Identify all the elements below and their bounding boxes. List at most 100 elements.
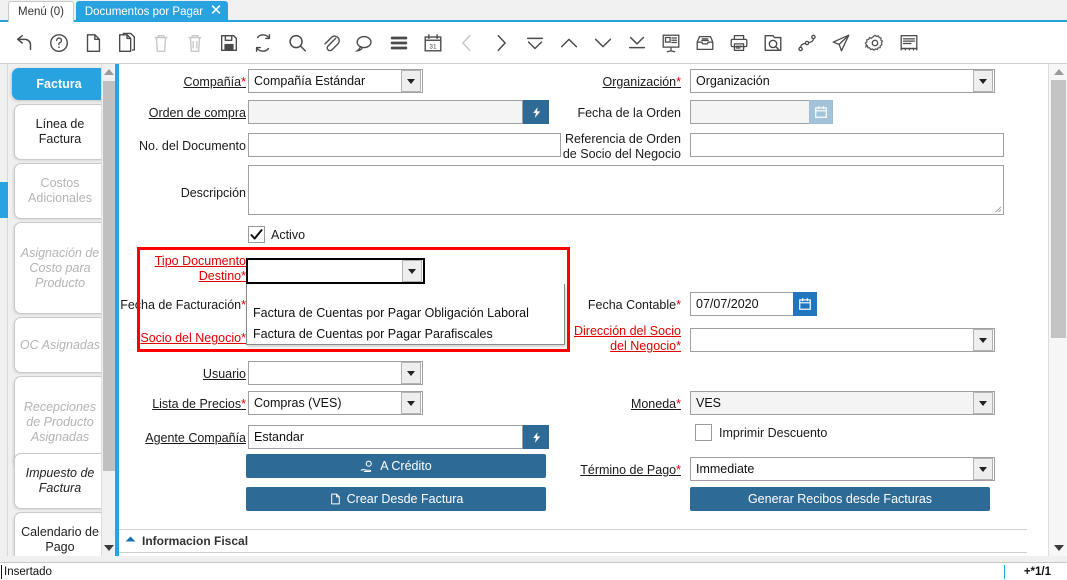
sidebar-scroll-down-icon[interactable] (102, 540, 116, 556)
activo-checkbox[interactable] (248, 226, 265, 243)
agente-compania-field[interactable]: Estandar (248, 425, 523, 449)
sidebar-scrollbar-thumb[interactable] (103, 81, 115, 471)
termino-de-pago-value: Immediate (696, 462, 755, 476)
section-informacion-fiscal[interactable]: Informacion Fiscal (119, 529, 1027, 553)
calendar-icon[interactable]: 31 (416, 26, 450, 60)
sidebar-item-asignacion-de-costo-para-producto[interactable]: Asignación de Costo para Producto (14, 222, 101, 314)
usuario-label: Usuario (202, 367, 246, 381)
tab-documentos-por-pagar-label: Documentos por Pagar (84, 5, 204, 18)
chevron-down-icon[interactable] (402, 260, 422, 282)
dropdown-option-0[interactable]: Factura de Cuentas por Pagar Obligación … (247, 302, 564, 323)
undo-icon[interactable] (8, 26, 42, 60)
organizacion-label: Organización* (602, 75, 681, 89)
orden-de-compra-lookup-button[interactable] (523, 100, 549, 124)
dropdown-option-0-label: Factura de Cuentas por Pagar Obligación … (253, 305, 529, 320)
no-del-documento-field[interactable] (248, 133, 561, 157)
chevron-down-icon[interactable] (401, 392, 421, 414)
a-credito-button[interactable]: A Crédito (246, 454, 546, 478)
termino-de-pago-combo[interactable]: Immediate (690, 457, 995, 481)
sidebar-item-impuesto-de-factura-label: Impuesto de Factura (25, 466, 95, 495)
crear-desde-factura-button-label: Crear Desde Factura (346, 492, 464, 506)
referencia-de-orden-label: Referencia de Orden de Socio del Negocio (562, 132, 681, 161)
crear-desde-factura-button[interactable]: Crear Desde Factura (246, 487, 546, 511)
close-icon[interactable]: ✕ (209, 3, 223, 18)
fecha-contable-calendar-icon[interactable] (793, 292, 817, 316)
sidebar-item-oc-asignadas[interactable]: OC Asignadas (14, 317, 101, 373)
chevron-down-icon[interactable] (401, 362, 421, 384)
application-window: Menú (0) Documentos por Pagar ✕ 31 Factu… (0, 0, 1067, 580)
status-divider (1004, 565, 1005, 579)
usuario-combo[interactable] (248, 361, 423, 385)
sidebar-item-calendario-de-pago[interactable]: Calendario de Pago (14, 512, 101, 556)
zoom-across-icon[interactable] (756, 26, 790, 60)
tipo-documento-destino-combo[interactable] (246, 258, 425, 284)
tab-menu[interactable]: Menú (0) (8, 1, 74, 22)
save-icon[interactable] (212, 26, 246, 60)
sidebar-item-factura[interactable]: Factura (12, 68, 101, 100)
tipo-documento-destino-dropdown-list[interactable]: Factura de Cuentas por Pagar Obligación … (246, 284, 565, 345)
search-icon[interactable] (280, 26, 314, 60)
last-record-icon[interactable] (620, 26, 654, 60)
fecha-de-la-orden-field[interactable] (690, 100, 810, 124)
dropdown-blank-option[interactable] (247, 284, 564, 302)
orden-de-compra-field[interactable] (248, 100, 523, 124)
compania-combo[interactable]: Compañía Estándar (248, 69, 423, 93)
send-icon[interactable] (824, 26, 858, 60)
scroll-down-icon[interactable] (1049, 540, 1067, 556)
organizacion-combo[interactable]: Organización (690, 69, 995, 93)
sidebar-item-impuesto-de-factura[interactable]: Impuesto de Factura (14, 453, 101, 509)
left-edge-accent (0, 182, 8, 218)
sidebar-scrollbar[interactable] (101, 64, 115, 556)
chevron-down-icon[interactable] (973, 392, 993, 414)
resize-grip-icon[interactable] (993, 204, 1002, 213)
fecha-contable-value: 07/07/2020 (696, 297, 759, 311)
ledger-icon[interactable] (892, 26, 926, 60)
sidebar-item-costos-adicionales[interactable]: Costos Adicionales (14, 163, 101, 219)
sidebar-scroll-up-icon[interactable] (102, 64, 116, 80)
dropdown-option-1[interactable]: Factura de Cuentas por Pagar Parafiscale… (247, 323, 564, 344)
report-icon[interactable] (654, 26, 688, 60)
help-icon[interactable] (42, 26, 76, 60)
chevron-down-icon[interactable] (973, 70, 993, 92)
fecha-de-facturacion-label: Fecha de Facturación* (120, 298, 246, 312)
workflow-icon[interactable] (790, 26, 824, 60)
first-record-icon[interactable] (518, 26, 552, 60)
direccion-del-socio-combo[interactable] (690, 328, 995, 352)
up-icon[interactable] (552, 26, 586, 60)
tab-menu-label: Menú (0) (17, 6, 65, 18)
fecha-contable-field[interactable]: 07/07/2020 (690, 292, 794, 316)
descripcion-textarea[interactable] (248, 165, 1004, 215)
record-counter: +*1/1 (1023, 565, 1051, 578)
chat-icon[interactable] (348, 26, 382, 60)
agente-compania-lookup-button[interactable] (523, 425, 549, 449)
tab-documentos-por-pagar[interactable]: Documentos por Pagar ✕ (76, 1, 228, 22)
attachment-icon[interactable] (314, 26, 348, 60)
collapse-triangle-icon[interactable] (125, 536, 136, 546)
socio-del-negocio-label: Socio del Negocio* (140, 331, 246, 345)
chevron-down-icon[interactable] (973, 329, 993, 351)
scroll-up-icon[interactable] (1049, 64, 1067, 80)
new-record-icon[interactable] (76, 26, 110, 60)
sidebar-item-costos-adicionales-label: Costos Adicionales (28, 176, 92, 205)
copy-record-icon[interactable] (110, 26, 144, 60)
archive-icon[interactable] (688, 26, 722, 60)
referencia-de-orden-field[interactable] (690, 133, 1004, 157)
sidebar-item-linea-de-factura[interactable]: Línea de Factura (14, 104, 101, 160)
print-icon[interactable] (722, 26, 756, 60)
moneda-combo[interactable]: VES (690, 391, 995, 415)
imprimir-descuento-checkbox[interactable] (695, 424, 712, 441)
refresh-icon[interactable] (246, 26, 280, 60)
imprimir-descuento-label: Imprimir Descuento (719, 426, 828, 440)
grid-toggle-icon[interactable] (382, 26, 416, 60)
fecha-de-la-orden-calendar-icon[interactable] (809, 100, 833, 124)
lista-de-precios-combo[interactable]: Compras (VES) (248, 391, 423, 415)
generar-recibos-desde-facturas-button[interactable]: Generar Recibos desde Facturas (690, 487, 990, 511)
status-caret (1, 565, 2, 579)
chevron-down-icon[interactable] (973, 458, 993, 480)
form-vertical-scrollbar[interactable] (1048, 64, 1067, 556)
next-record-icon[interactable] (484, 26, 518, 60)
chevron-down-icon[interactable] (401, 70, 421, 92)
down-icon[interactable] (586, 26, 620, 60)
settings-icon[interactable] (858, 26, 892, 60)
form-scrollbar-thumb[interactable] (1051, 80, 1066, 338)
